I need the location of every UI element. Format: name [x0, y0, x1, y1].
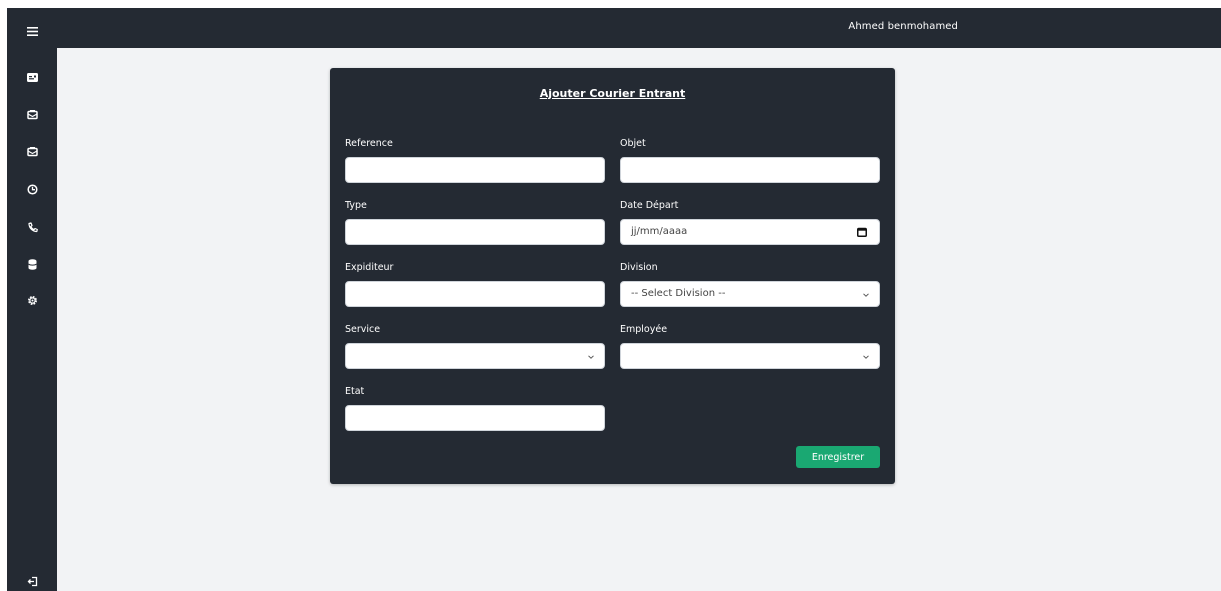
date-depart-input[interactable]: jj/mm/aaaa: [620, 219, 880, 245]
expediteur-input[interactable]: [345, 281, 605, 307]
service-label: Service: [345, 324, 381, 335]
date-placeholder: jj/mm/aaaa: [631, 226, 688, 237]
clock-icon[interactable]: [7, 181, 57, 197]
database-icon[interactable]: [7, 256, 57, 272]
objet-label: Objet: [620, 138, 646, 149]
division-selected: -- Select Division --: [631, 288, 726, 299]
employee-select[interactable]: [620, 343, 880, 369]
service-select[interactable]: [345, 343, 605, 369]
division-label: Division: [620, 262, 658, 273]
form-title: Ajouter Courier Entrant: [539, 87, 686, 100]
chevron-down-icon: [863, 293, 869, 297]
type-input[interactable]: [345, 219, 605, 245]
type-label: Type: [345, 200, 367, 211]
user-name[interactable]: Ahmed benmohamed: [848, 21, 958, 32]
calendar-icon[interactable]: [857, 227, 867, 237]
chevron-down-icon: [863, 355, 869, 359]
reference-label: Reference: [345, 138, 393, 149]
id-card-icon[interactable]: [7, 69, 57, 85]
objet-input[interactable]: [620, 157, 880, 183]
gear-icon[interactable]: [7, 292, 57, 308]
sidebar: [7, 8, 57, 591]
division-select[interactable]: -- Select Division --: [620, 281, 880, 307]
employee-label: Employée: [620, 324, 668, 335]
etat-input[interactable]: [345, 405, 605, 431]
form-card: Ajouter Courier Entrant Reference Objet …: [330, 68, 895, 484]
expediteur-label: Expiditeur: [345, 262, 394, 273]
app-frame: Ahmed benmohamed Ajouter Courier Entrant…: [7, 8, 1221, 591]
mail-out-icon[interactable]: [7, 144, 57, 160]
menu-icon[interactable]: [7, 23, 57, 39]
phone-icon[interactable]: [7, 219, 57, 235]
save-button[interactable]: Enregistrer: [796, 446, 880, 468]
logout-icon[interactable]: [7, 573, 57, 589]
chevron-down-icon: [588, 355, 594, 359]
mail-in-icon[interactable]: [7, 107, 57, 123]
date-depart-label: Date Départ: [620, 200, 679, 211]
etat-label: Etat: [345, 386, 365, 397]
reference-input[interactable]: [345, 157, 605, 183]
topbar: Ahmed benmohamed: [57, 8, 1221, 48]
